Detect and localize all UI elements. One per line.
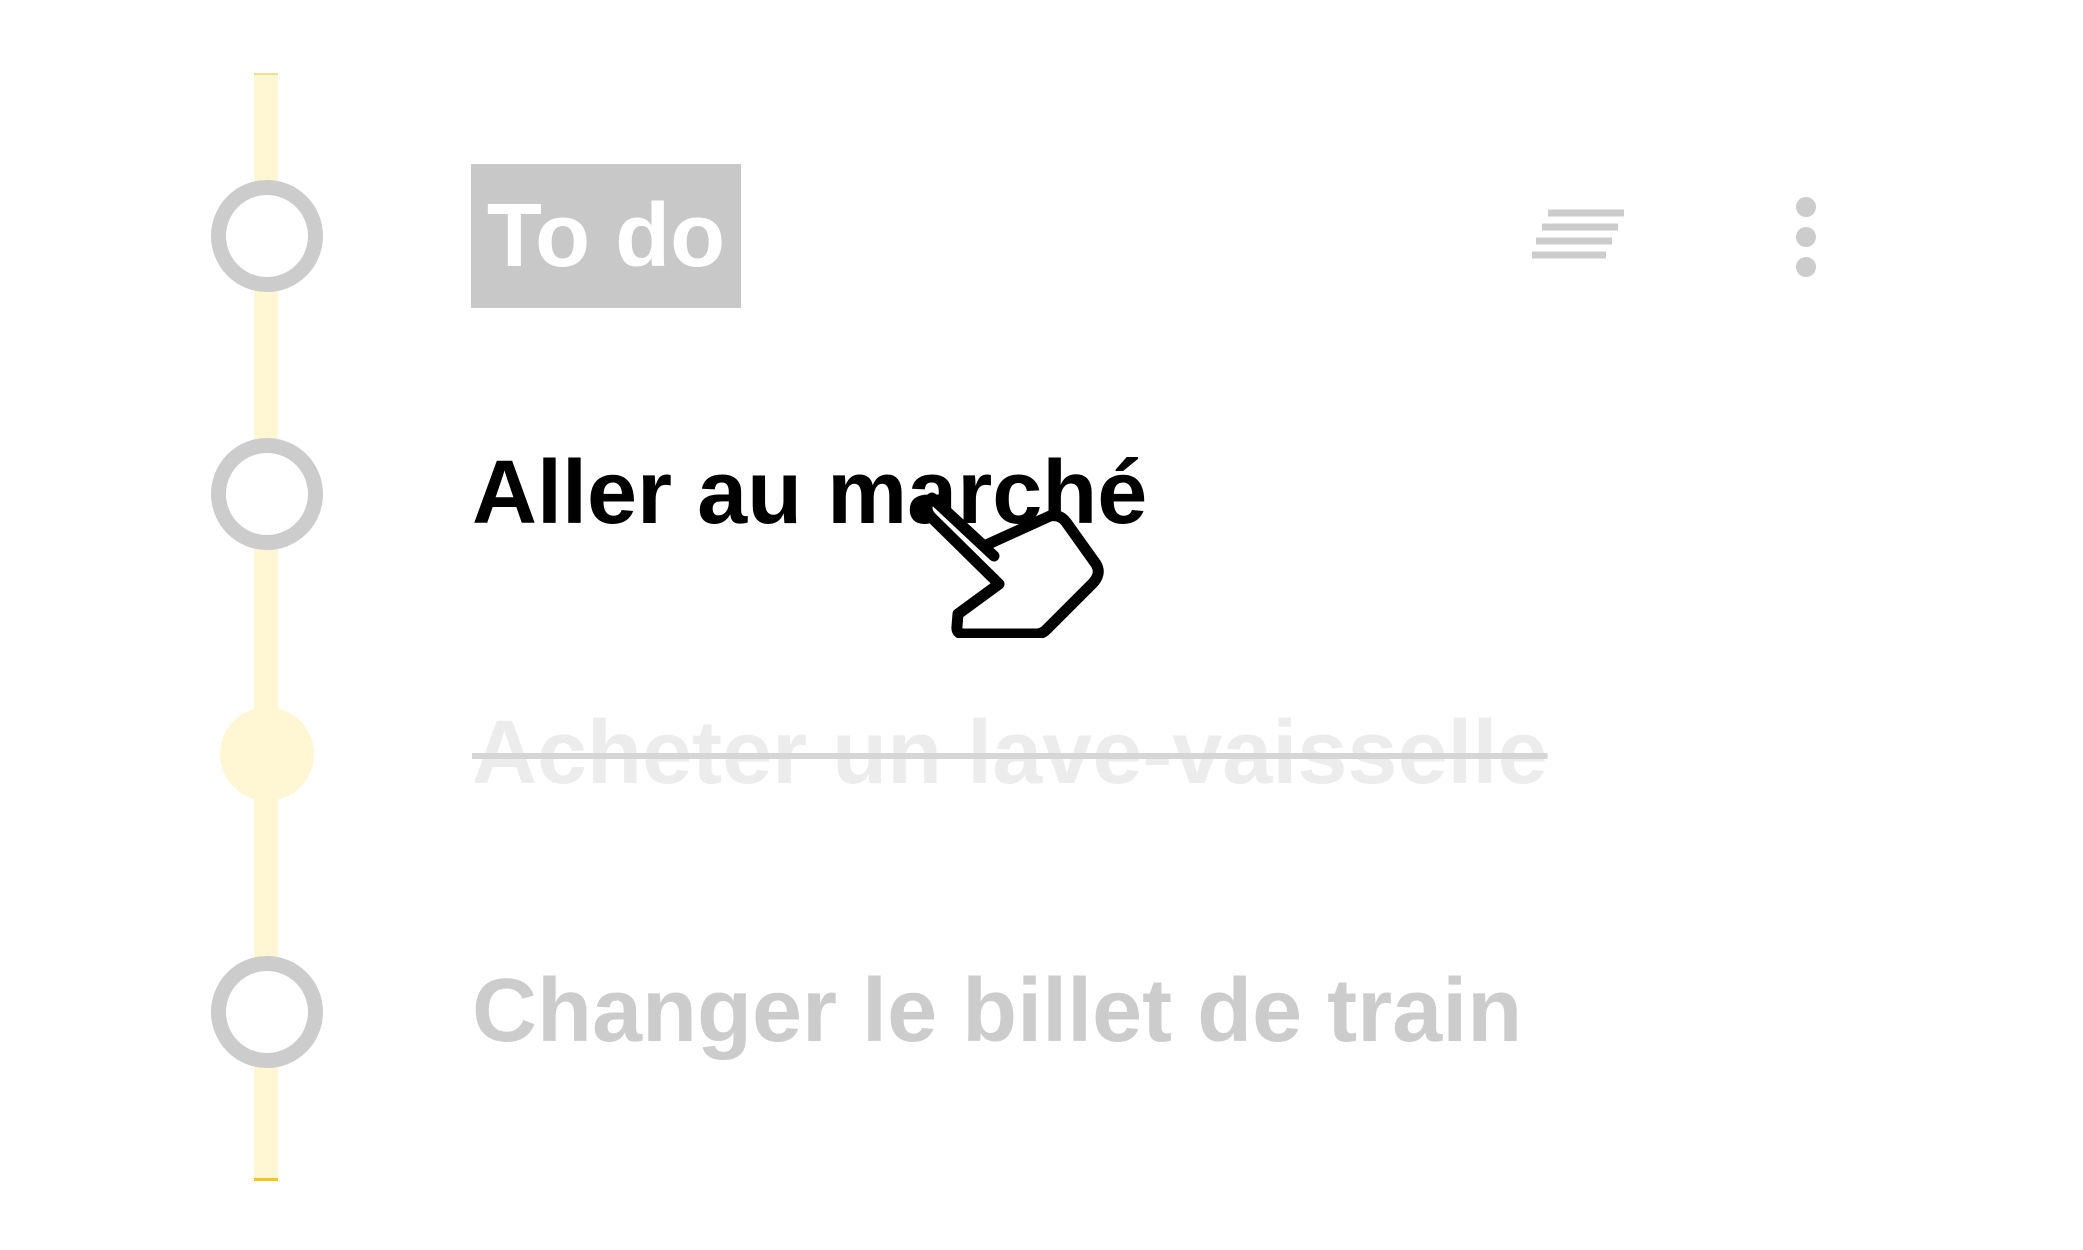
task-label-1[interactable]: Aller au marché (472, 448, 1147, 538)
task-checkbox-1[interactable] (211, 438, 323, 550)
task-label-3[interactable]: Changer le billet de train (472, 966, 1522, 1056)
task-checkbox-3[interactable] (211, 956, 323, 1068)
header-node (211, 180, 323, 292)
list-title[interactable]: To do (471, 164, 741, 308)
task-label-2[interactable]: Acheter un lave-vaisselle (472, 708, 1548, 798)
task-checkbox-2-checked[interactable] (220, 707, 314, 801)
more-vertical-icon[interactable] (1784, 196, 1828, 278)
sort-lines-icon[interactable] (1532, 205, 1628, 261)
todo-list-screen: To do Aller au marché Acheter un lave-va… (0, 0, 2083, 1250)
